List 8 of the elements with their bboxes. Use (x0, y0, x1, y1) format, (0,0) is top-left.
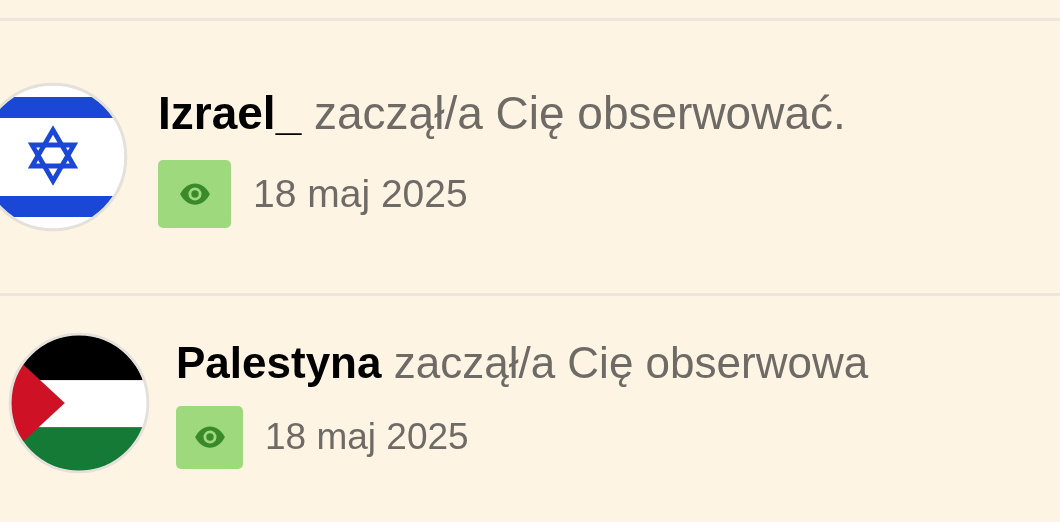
user-name[interactable]: Izrael_ (158, 87, 302, 139)
user-name[interactable]: Palestyna (176, 337, 382, 387)
notification-date: 18 maj 2025 (265, 416, 469, 458)
eye-icon (176, 405, 243, 469)
eye-icon (158, 160, 231, 228)
notification-message: zaczął/a Cię obserwowa (393, 337, 869, 387)
notification-message: zaczął/a Cię obserwować. (314, 87, 846, 139)
notification-date: 18 maj 2025 (253, 172, 468, 216)
